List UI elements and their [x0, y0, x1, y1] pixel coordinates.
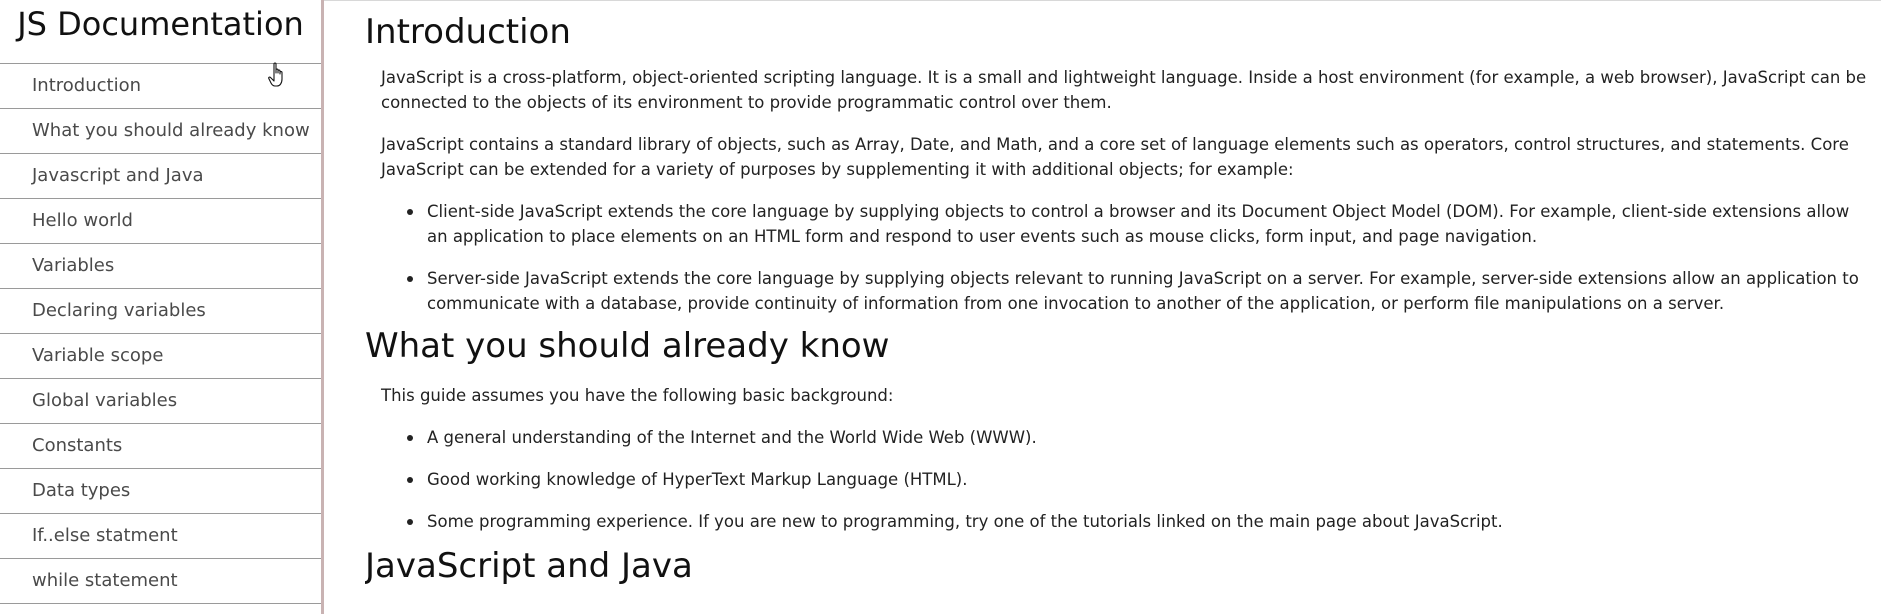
nav-link-what-you-should-already-know[interactable]: What you should already know	[0, 109, 321, 154]
hand-pointer-cursor-icon	[268, 62, 283, 87]
nav-list: Introduction What you should already kno…	[0, 64, 321, 604]
introduction-paragraph-2: JavaScript contains a standard library o…	[381, 135, 1849, 179]
section-javascript-and-java: JavaScript and Java	[365, 546, 1875, 586]
nav-link-declaring-variables[interactable]: Declaring variables	[0, 289, 321, 334]
nav-link-global-variables[interactable]: Global variables	[0, 379, 321, 424]
section-title-introduction: Introduction	[365, 12, 571, 52]
section-introduction: Introduction JavaScript is a cross-platf…	[365, 12, 1875, 316]
nav-link-data-types[interactable]: Data types	[0, 469, 321, 514]
section-what-you-should-already-know: What you should already know This guide …	[365, 326, 1875, 534]
nav-link-variables[interactable]: Variables	[0, 244, 321, 289]
already-know-paragraph: This guide assumes you have the followin…	[381, 386, 894, 405]
nav-link-hello-world[interactable]: Hello world	[0, 199, 321, 244]
list-item: Server-side JavaScript extends the core …	[403, 266, 1875, 316]
introduction-bullet-list: Client-side JavaScript extends the core …	[365, 199, 1875, 316]
navbar-title: JS Documentation	[0, 0, 321, 64]
introduction-paragraph-1: JavaScript is a cross-platform, object-o…	[381, 68, 1867, 112]
list-item: Client-side JavaScript extends the core …	[403, 199, 1875, 249]
navbar: JS Documentation Introduction What you s…	[0, 0, 324, 614]
nav-link-constants[interactable]: Constants	[0, 424, 321, 469]
list-item: Good working knowledge of HyperText Mark…	[403, 467, 1875, 492]
main-doc: Introduction JavaScript is a cross-platf…	[365, 0, 1875, 614]
page: JS Documentation Introduction What you s…	[0, 0, 1881, 614]
nav-link-variable-scope[interactable]: Variable scope	[0, 334, 321, 379]
section-title-javascript-and-java: JavaScript and Java	[365, 546, 693, 586]
already-know-bullet-list: A general understanding of the Internet …	[365, 425, 1875, 534]
nav-link-if-else-statment[interactable]: If..else statment	[0, 514, 321, 559]
list-item: Some programming experience. If you are …	[403, 509, 1875, 534]
section-title-what-you-should-already-know: What you should already know	[365, 326, 890, 366]
nav-link-javascript-and-java[interactable]: Javascript and Java	[0, 154, 321, 199]
list-item: A general understanding of the Internet …	[403, 425, 1875, 450]
nav-link-while-statement[interactable]: while statement	[0, 559, 321, 604]
